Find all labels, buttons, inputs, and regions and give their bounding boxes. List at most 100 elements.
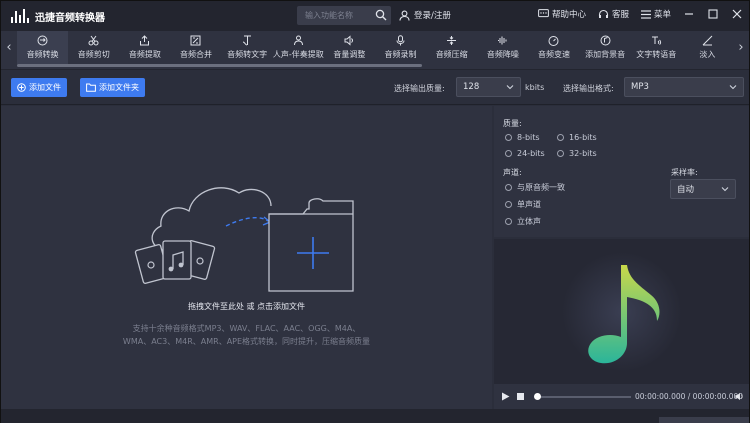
tab-label: 音频录制 (384, 50, 417, 59)
tab-volume[interactable]: 音量调整 (324, 31, 375, 64)
scissors-icon (88, 35, 99, 46)
radio-icon (557, 134, 564, 141)
progress-bar[interactable] (536, 396, 631, 398)
maximize-button[interactable] (707, 8, 719, 20)
output-quality-value: 128 (463, 82, 480, 92)
quality-option-label: 24-bits (517, 149, 545, 158)
radio-icon (505, 218, 512, 225)
minimize-button[interactable] (683, 8, 695, 20)
tab-extract[interactable]: 音频提取 (119, 31, 170, 64)
help-center-label: 帮助中心 (551, 10, 586, 20)
service-button[interactable]: 客服 (598, 8, 629, 20)
tab-text[interactable]: 音频转文字 (222, 31, 273, 64)
tab-scissors[interactable]: 音频剪切 (68, 31, 119, 64)
mic-icon (396, 35, 405, 46)
service-label: 客服 (611, 10, 629, 20)
tab-label: 人声-伴奏提取 (272, 50, 324, 59)
tab-speed[interactable]: 音频变速 (528, 31, 579, 64)
channel-option-label: 与原音频一致 (517, 183, 565, 192)
settings-panel: 质量: 8-bits 16-bits 24-bits 32-bits 声道: 与… (494, 106, 749, 237)
help-center-button[interactable]: 帮助中心 (538, 8, 586, 20)
action-bar: 添加文件 添加文件夹 选择输出质量: 128 kbits 选择输出格式: MP3 (1, 71, 749, 105)
quality-option-label: 16-bits (569, 133, 597, 142)
tab-tts[interactable]: 文字转语音 (631, 31, 682, 64)
add-file-label: 添加文件 (29, 83, 61, 92)
quality-title: 质量: (503, 119, 522, 128)
player-controls: 00:00:00.000 / 00:00:00.000 (494, 384, 749, 409)
supported-formats-line2: WMA、AC3、M4R、AMR、APE格式转换，同时提升，压缩音频质量 (122, 337, 371, 346)
playback-time: 00:00:00.000 / 00:00:00.000 (635, 392, 744, 401)
play-button[interactable] (501, 392, 510, 401)
text-icon (242, 35, 251, 46)
tab-label: 音频压缩 (435, 50, 468, 59)
app-window: 迅捷音频转换器 输入功能名称 登录/注册 帮助中心 客服 菜单 ‹ 音频转换 音… (0, 0, 750, 423)
tab-mic[interactable]: 音频录制 (375, 31, 426, 64)
convert-icon (37, 35, 48, 46)
tab-denoise[interactable]: 音频降噪 (477, 31, 528, 64)
tab-label: 音频合并 (179, 50, 212, 59)
search-icon[interactable] (375, 9, 387, 21)
output-format-label: 选择输出格式: (563, 84, 614, 93)
plus-circle-icon (17, 83, 26, 92)
folder-icon (86, 83, 96, 92)
quality-unit: kbits (525, 83, 545, 92)
audio-preview (494, 239, 749, 384)
tab-convert[interactable]: 音频转换 (17, 31, 69, 64)
music-note-icon (562, 252, 682, 372)
stop-button[interactable] (516, 392, 525, 401)
scroll-right-button[interactable]: › (736, 39, 746, 55)
channel-option-original[interactable]: 与原音频一致 (505, 182, 565, 193)
progress-handle[interactable] (534, 393, 541, 400)
menu-button[interactable]: 菜单 (640, 8, 671, 20)
tab-label: 添加背景音 (585, 50, 626, 59)
quality-option-16bits[interactable]: 16-bits (557, 133, 597, 142)
radio-icon (557, 150, 564, 157)
chevron-left-icon: ‹ (6, 39, 12, 55)
radio-icon (505, 134, 512, 141)
tab-merge[interactable]: 音频合并 (170, 31, 221, 64)
samplerate-select[interactable]: 自动 (670, 179, 736, 199)
toolbar-scrollbar[interactable] (17, 64, 422, 67)
help-chat-icon (538, 9, 549, 18)
supported-formats-line1: 支持十余种音频格式MP3、WAV、FLAC、AAC、OGG、M4A、 (132, 324, 361, 333)
drop-illustration-icon (134, 187, 354, 292)
channel-title: 声道: (503, 168, 522, 177)
quality-option-label: 32-bits (569, 149, 597, 158)
radio-icon (505, 184, 512, 191)
audio-bars-icon (11, 9, 29, 23)
search-input[interactable]: 输入功能名称 (297, 6, 391, 25)
tab-label: 音频转文字 (227, 50, 268, 59)
tab-fade[interactable]: 淡入 (682, 31, 733, 64)
user-icon (399, 10, 410, 21)
tab-vocal[interactable]: 人声-伴奏提取 (273, 31, 324, 64)
scroll-left-button[interactable]: ‹ (4, 39, 14, 55)
output-quality-select[interactable]: 128 (456, 77, 521, 97)
menu-icon (640, 9, 651, 19)
chevron-right-icon: › (738, 39, 744, 55)
login-button[interactable]: 登录/注册 (399, 9, 451, 21)
convert-all-button[interactable] (659, 417, 749, 423)
volume-icon[interactable] (735, 392, 744, 401)
tab-compress[interactable]: 音频压缩 (426, 31, 477, 64)
feature-toolbar: ‹ 音频转换 音频剪切 音频提取 音频合并 音频转文字 人声-伴奏提取 音量调整 音频录制 音频… (1, 31, 749, 70)
output-quality-label: 选择输出质量: (394, 84, 445, 93)
close-button[interactable] (731, 8, 743, 20)
file-drop-zone[interactable]: 拖拽文件至此处 或 点击添加文件 支持十余种音频格式MP3、WAV、FLAC、A… (1, 106, 492, 409)
add-file-button[interactable]: 添加文件 (11, 78, 67, 97)
speed-icon (548, 36, 559, 46)
add-folder-button[interactable]: 添加文件夹 (80, 78, 145, 97)
output-format-select[interactable]: MP3 (624, 77, 744, 97)
channel-option-mono[interactable]: 单声道 (505, 199, 541, 210)
tab-bgm[interactable]: 添加背景音 (580, 31, 631, 64)
tab-label: 音频降噪 (486, 50, 519, 59)
quality-option-32bits[interactable]: 32-bits (557, 149, 597, 158)
chevron-down-icon (506, 85, 514, 90)
quality-option-8bits[interactable]: 8-bits (505, 133, 540, 142)
app-logo: 迅捷音频转换器 (11, 9, 105, 24)
quality-option-24bits[interactable]: 24-bits (505, 149, 545, 158)
channel-option-stereo[interactable]: 立体声 (505, 216, 541, 227)
tts-icon (651, 36, 661, 45)
menu-label: 菜单 (653, 10, 671, 20)
fade-icon (702, 35, 713, 46)
bgm-icon (600, 35, 611, 46)
